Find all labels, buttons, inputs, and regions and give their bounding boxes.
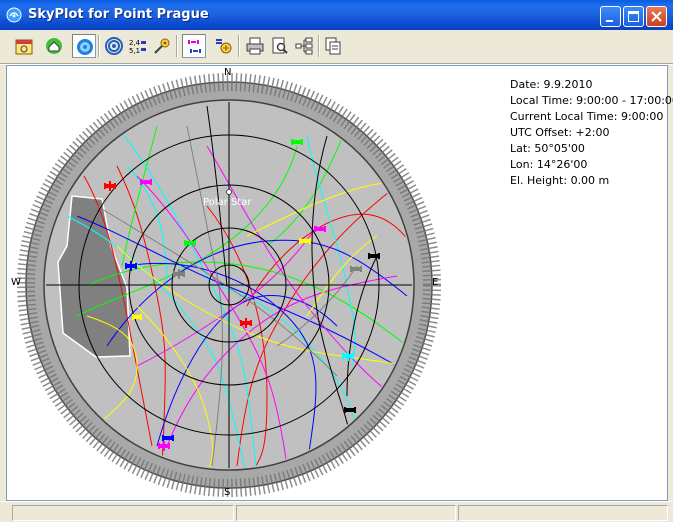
toolbar-separator	[176, 35, 178, 57]
status-panel-2	[236, 505, 456, 521]
app-icon	[6, 7, 22, 23]
status-panel-1	[12, 505, 234, 521]
status-bar	[0, 501, 673, 522]
toolbar-separator	[318, 35, 320, 57]
copy-button[interactable]	[321, 34, 345, 58]
satellite-list-button[interactable]: 2,4 5,1	[126, 34, 150, 58]
status-panel-3	[458, 505, 668, 521]
toolbar-separator	[238, 35, 240, 57]
elevation-height-text: El. Height: 0.00 m	[510, 174, 610, 187]
window-title: SkyPlot for Point Prague	[28, 7, 209, 22]
info-panel: Date: 9.9.2010 Local Time: 9:00:00 - 17:…	[510, 77, 673, 189]
calendar-button[interactable]	[12, 34, 36, 58]
skyplot-panel: Polar Star N S W E Date: 9.9.2010 Local …	[6, 65, 673, 501]
target-button[interactable]	[102, 34, 126, 58]
satellite-config-button[interactable]	[150, 34, 174, 58]
date-text: Date: 9.9.2010	[510, 78, 593, 91]
satellite-labels-button[interactable]	[182, 34, 206, 58]
longitude-text: Lon: 14°26'00	[510, 158, 588, 171]
north-label: N	[224, 67, 232, 78]
minimize-button[interactable]	[600, 6, 621, 27]
local-time-text: Local Time: 9:00:00 - 17:00:00	[510, 94, 673, 107]
polar-star-marker	[226, 189, 232, 195]
toolbar-separator	[98, 35, 100, 57]
current-local-time-text: Current Local Time: 9:00:00	[510, 110, 664, 123]
toolbar: 2,4 5,1	[0, 30, 673, 64]
polar-star-label: Polar Star	[203, 197, 252, 208]
location-button[interactable]	[42, 34, 66, 58]
close-button[interactable]	[646, 6, 667, 27]
svg-text:5,1: 5,1	[129, 47, 140, 55]
print-preview-button[interactable]	[268, 34, 292, 58]
utc-offset-text: UTC Offset: +2:00	[510, 126, 610, 139]
west-label: W	[11, 277, 21, 288]
south-label: S	[224, 487, 231, 498]
print-button[interactable]	[243, 34, 267, 58]
svg-text:2,4: 2,4	[129, 39, 141, 47]
tree-button[interactable]	[292, 34, 316, 58]
latitude-text: Lat: 50°05'00	[510, 142, 585, 155]
maximize-button[interactable]	[623, 6, 644, 27]
skyplot-button[interactable]	[72, 34, 96, 58]
title-bar: SkyPlot for Point Prague	[0, 0, 673, 30]
east-label: E	[432, 277, 439, 288]
satellite-view-button[interactable]	[212, 34, 236, 58]
